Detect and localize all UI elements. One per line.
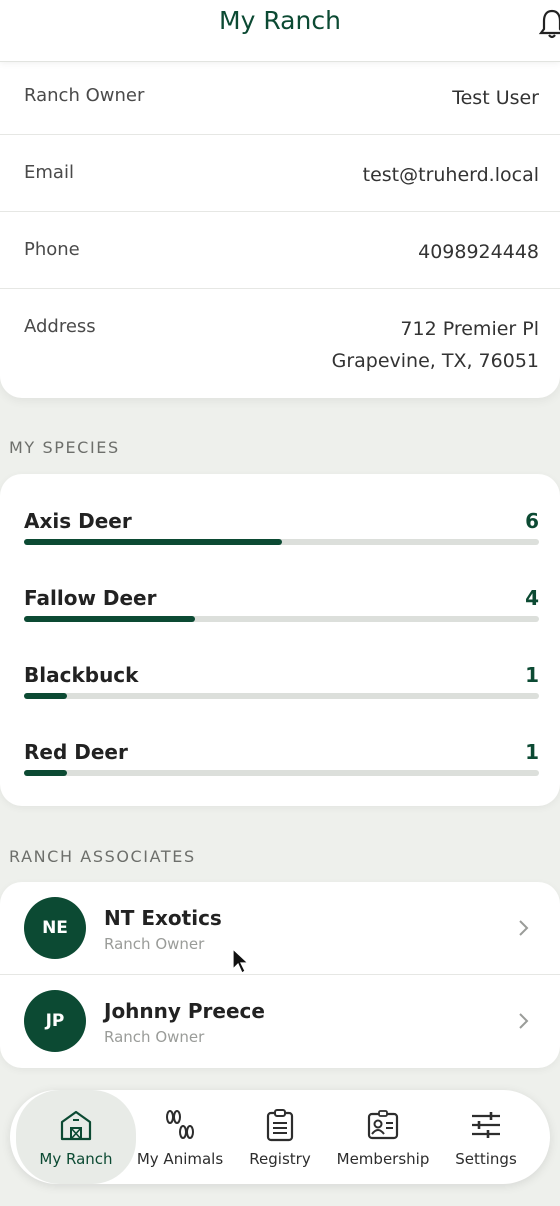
page-title: My Ranch — [219, 6, 341, 35]
ranch-owner-value: Test User — [452, 87, 539, 109]
species-progress-track — [24, 616, 539, 622]
species-count: 6 — [525, 509, 539, 533]
associate-role: Ranch Owner — [104, 1028, 205, 1046]
tab-label: Registry — [249, 1150, 311, 1168]
tab-my-animals[interactable]: My Animals — [130, 1090, 230, 1184]
species-name: Blackbuck — [24, 663, 139, 687]
phone-row: Phone 4098924448 — [0, 212, 560, 289]
ranch-owner-label: Ranch Owner — [24, 85, 145, 106]
species-progress-fill — [24, 770, 67, 776]
species-name: Axis Deer — [24, 509, 132, 533]
associate-name: NT Exotics — [104, 906, 222, 930]
address-line1: 712 Premier Pl — [400, 318, 539, 340]
species-progress-fill — [24, 539, 282, 545]
mouse-cursor-icon — [232, 947, 250, 974]
associates-card: NE NT Exotics Ranch Owner JP Johnny Pree… — [0, 882, 560, 1068]
address-label: Address — [24, 316, 96, 337]
species-row[interactable]: Blackbuck 1 — [24, 663, 539, 723]
email-value: test@truherd.local — [362, 164, 539, 186]
species-progress-fill — [24, 693, 67, 699]
tab-label: My Ranch — [39, 1150, 113, 1168]
id-card-icon — [367, 1110, 399, 1140]
species-name: Red Deer — [24, 740, 128, 764]
phone-value: 4098924448 — [418, 241, 539, 263]
avatar: JP — [24, 990, 86, 1052]
species-section-title: MY SPECIES — [9, 438, 120, 457]
tab-label: Settings — [455, 1150, 517, 1168]
email-label: Email — [24, 162, 74, 183]
species-progress-track — [24, 539, 539, 545]
associate-row-nt-exotics[interactable]: NE NT Exotics Ranch Owner — [0, 882, 560, 975]
clipboard-icon — [266, 1109, 294, 1142]
tab-registry[interactable]: Registry — [235, 1090, 325, 1184]
avatar: NE — [24, 897, 86, 959]
ranch-info-card: Ranch Owner Test User Email test@truherd… — [0, 62, 560, 398]
species-name: Fallow Deer — [24, 586, 157, 610]
chevron-right-icon — [519, 920, 529, 936]
tab-my-ranch[interactable]: My Ranch — [16, 1090, 136, 1184]
bottom-tab-bar: My Ranch My Animals Registry Membership — [10, 1090, 550, 1184]
bell-icon[interactable] — [538, 8, 560, 40]
barn-icon — [60, 1110, 92, 1141]
email-row: Email test@truherd.local — [0, 135, 560, 212]
species-card: Axis Deer 6 Fallow Deer 4 Blackbuck 1 Re… — [0, 474, 560, 806]
species-progress-track — [24, 693, 539, 699]
species-progress-fill — [24, 616, 196, 622]
address-row: Address 712 Premier Pl Grapevine, TX, 76… — [0, 289, 560, 398]
species-row[interactable]: Axis Deer 6 — [24, 509, 539, 569]
phone-label: Phone — [24, 239, 80, 260]
species-row[interactable]: Red Deer 1 — [24, 740, 539, 800]
sliders-icon — [472, 1112, 500, 1138]
species-progress-track — [24, 770, 539, 776]
species-row[interactable]: Fallow Deer 4 — [24, 586, 539, 646]
tab-label: My Animals — [136, 1150, 224, 1168]
associate-name: Johnny Preece — [104, 999, 265, 1023]
app-header: My Ranch — [0, 0, 560, 62]
associates-section-title: RANCH ASSOCIATES — [9, 847, 196, 866]
tab-settings[interactable]: Settings — [442, 1090, 530, 1184]
species-count: 4 — [525, 586, 539, 610]
address-line2: Grapevine, TX, 76051 — [331, 350, 539, 372]
species-count: 1 — [525, 740, 539, 764]
associate-row-johnny-preece[interactable]: JP Johnny Preece Ranch Owner — [0, 975, 560, 1068]
ranch-owner-row: Ranch Owner Test User — [0, 62, 560, 135]
chevron-right-icon — [519, 1013, 529, 1029]
associate-role: Ranch Owner — [104, 935, 205, 953]
hoof-prints-icon — [166, 1110, 194, 1139]
species-count: 1 — [525, 663, 539, 687]
tab-membership[interactable]: Membership — [328, 1090, 438, 1184]
tab-label: Membership — [336, 1150, 430, 1168]
